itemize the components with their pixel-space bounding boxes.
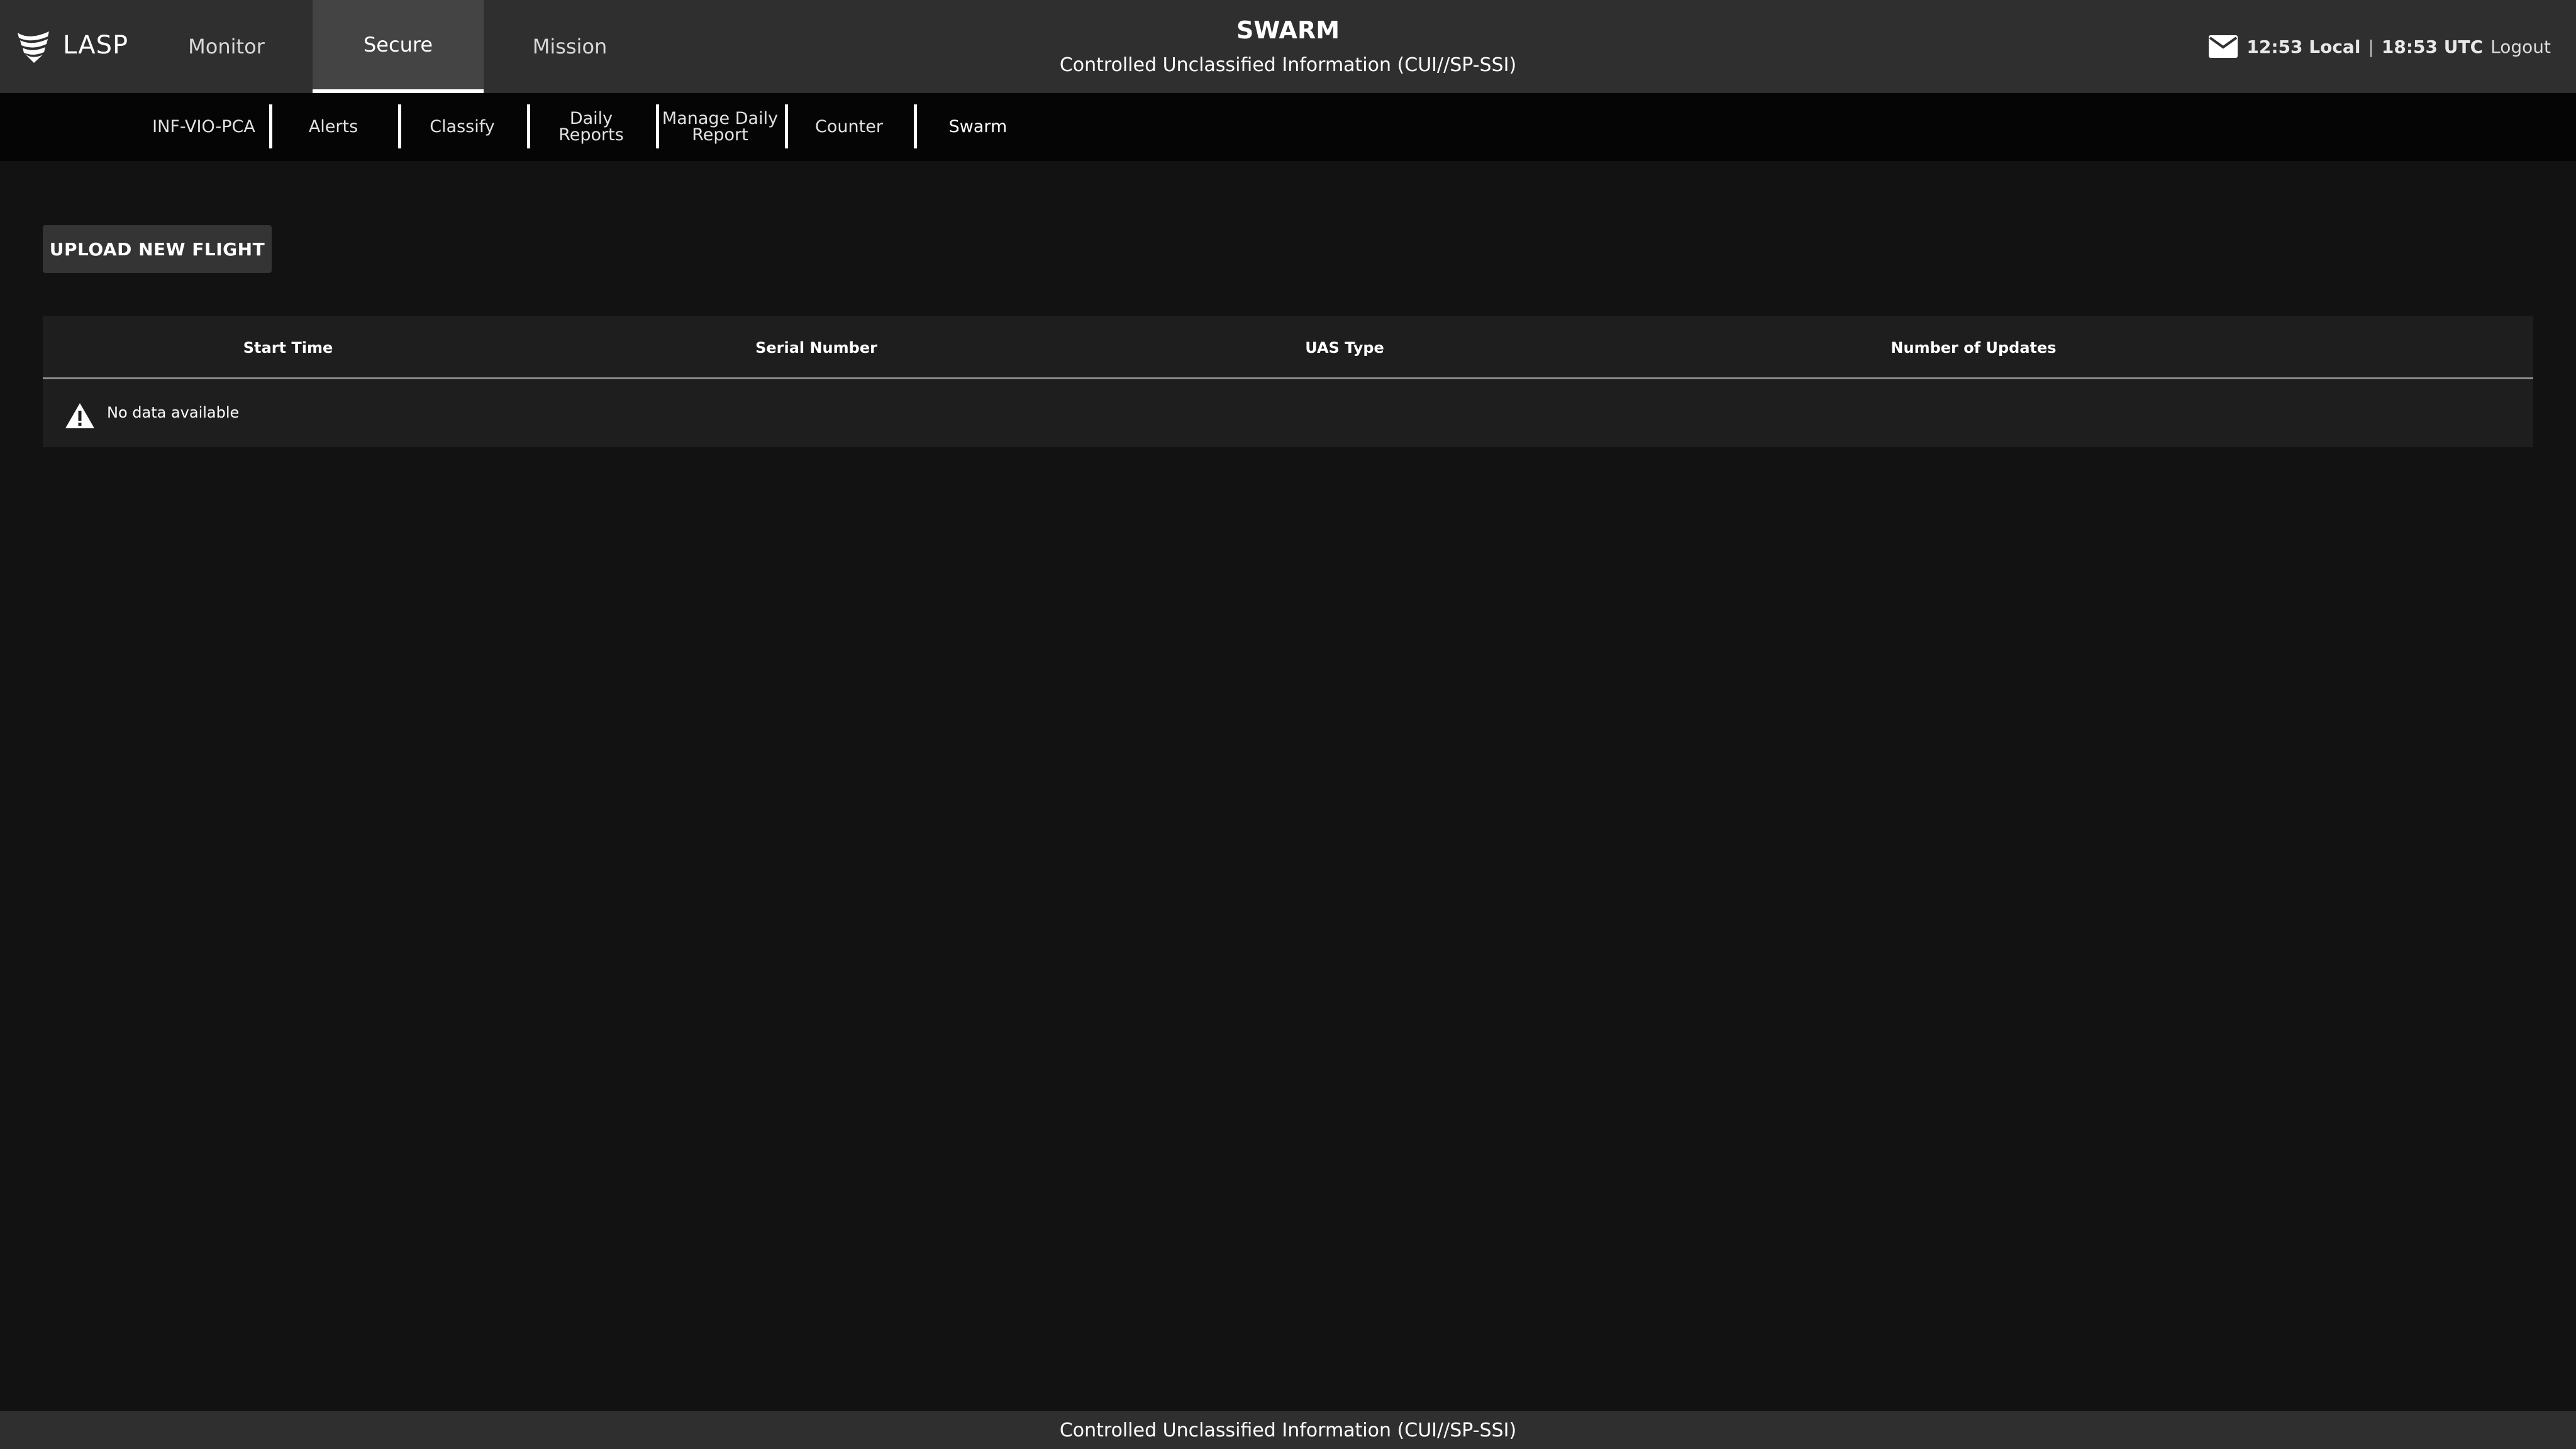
clock-area: 12:53 Local | 18:53 UTC Logout [2246,33,2551,60]
subtab-daily-reports[interactable]: Daily Reports [528,107,654,147]
app-name: LASP [63,31,129,60]
tab-mission[interactable]: Mission [494,0,645,93]
tab-secure[interactable]: Secure [313,0,484,93]
subtab-alerts[interactable]: Alerts [270,107,396,147]
utc-time: 18:53 UTC [2381,36,2484,57]
subtab-classify[interactable]: Classify [399,107,525,147]
upload-new-flight-button[interactable]: UPLOAD NEW FLIGHT [43,225,272,273]
subtab-label-line2: Reports [558,125,624,145]
subtab-label: Counter [815,117,883,136]
subtab-label: Classify [430,117,495,136]
subtab-swarm[interactable]: Swarm [915,107,1041,147]
table-header: Start Time Serial Number UAS Type Number… [43,316,2533,379]
subtab-label: INF-VIO-PCA [152,117,255,136]
time-separator: | [2368,36,2374,57]
flights-table: Start Time Serial Number UAS Type Number… [43,316,2533,447]
subtab-manage-daily-report[interactable]: Manage Daily Report [657,107,783,147]
subtab-label: Swarm [948,117,1008,136]
empty-state-row: No data available [43,381,2533,447]
subtab-counter[interactable]: Counter [786,107,912,147]
classification-banner: Controlled Unclassified Information (CUI… [1059,54,1517,76]
top-header: LASP Monitor Secure Mission SWARM Contro… [0,0,2576,93]
envelope-icon[interactable] [2209,35,2238,60]
page-title: SWARM [1236,16,1340,44]
warning-triangle-icon [64,402,96,432]
logout-link[interactable]: Logout [2490,36,2551,57]
local-time: 12:53 Local [2246,36,2361,57]
empty-message: No data available [107,404,240,421]
sub-nav: INF-VIO-PCA Alerts Classify Daily Report… [0,93,2576,161]
app-logo[interactable]: LASP [13,23,128,68]
column-header-serial-number[interactable]: Serial Number [684,316,948,379]
subtab-label: Alerts [308,117,358,136]
tab-monitor[interactable]: Monitor [151,0,302,93]
column-header-uas-type[interactable]: UAS Type [1213,316,1477,379]
shield-wings-icon [13,25,53,65]
footer-classification-banner: Controlled Unclassified Information (CUI… [0,1411,2576,1449]
column-header-start-time[interactable]: Start Time [156,316,420,379]
subtab-inf-vio-pca[interactable]: INF-VIO-PCA [141,107,267,147]
subtab-label-line2: Report [692,125,748,145]
title-block: SWARM Controlled Unclassified Informatio… [974,15,1602,78]
column-header-number-of-updates[interactable]: Number of Updates [1823,316,2124,379]
